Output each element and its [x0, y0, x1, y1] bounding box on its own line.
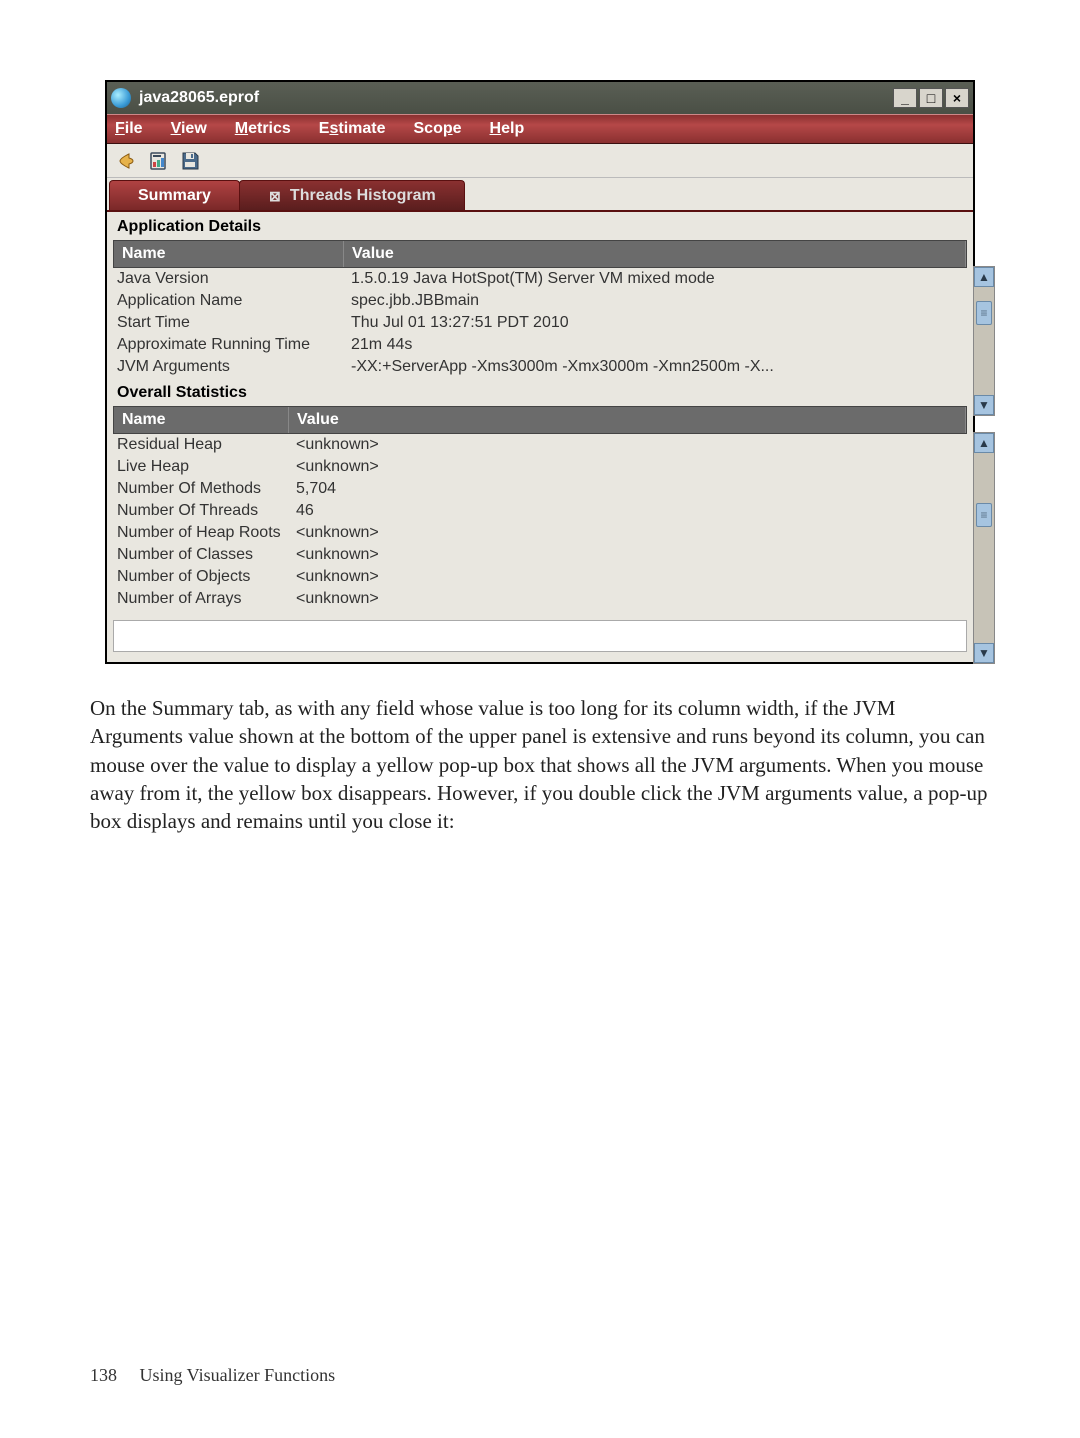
cell-name: Approximate Running Time — [113, 336, 343, 354]
stats-header: Name Value — [113, 406, 967, 434]
col-header-name: Name — [114, 407, 289, 433]
cell-value: <unknown> — [288, 590, 967, 608]
table-row[interactable]: Number of Heap Roots<unknown> — [113, 522, 967, 544]
table-row[interactable]: Approximate Running Time21m 44s — [113, 334, 967, 356]
table-row[interactable]: JVM Arguments-XX:+ServerApp -Xms3000m -X… — [113, 356, 967, 378]
cell-name: Number Of Methods — [113, 480, 288, 498]
table-row[interactable]: Number of Objects<unknown> — [113, 566, 967, 588]
menu-estimate[interactable]: Estimate — [319, 120, 386, 138]
application-details-panel: Name Value Java Version1.5.0.19 Java Hot… — [113, 240, 967, 378]
cell-value: <unknown> — [288, 458, 967, 476]
toolbar — [107, 144, 973, 178]
menu-metrics[interactable]: Metrics — [235, 120, 291, 138]
minimize-button[interactable]: _ — [893, 88, 917, 108]
stats-scrollbar[interactable]: ▲ ▼ — [973, 432, 995, 664]
cell-name: Application Name — [113, 292, 343, 310]
cell-name: Number of Objects — [113, 568, 288, 586]
application-details-table: Java Version1.5.0.19 Java HotSpot(TM) Se… — [113, 268, 967, 378]
page-footer: 138 Using Visualizer Functions — [90, 1365, 335, 1386]
page-number: 138 — [90, 1365, 117, 1385]
col-header-value: Value — [289, 407, 966, 433]
scroll-up-icon[interactable]: ▲ — [974, 267, 994, 287]
back-icon[interactable] — [113, 148, 139, 174]
table-row[interactable]: Live Heap<unknown> — [113, 456, 967, 478]
cell-name: Live Heap — [113, 458, 288, 476]
cell-name: Number of Heap Roots — [113, 524, 288, 542]
cell-name: Number Of Threads — [113, 502, 288, 520]
cell-value: Thu Jul 01 13:27:51 PDT 2010 — [343, 314, 967, 332]
scroll-down-icon[interactable]: ▼ — [974, 643, 994, 663]
section-title-overall-stats: Overall Statistics — [107, 378, 973, 406]
menu-file[interactable]: File — [115, 120, 143, 138]
scroll-track[interactable] — [974, 287, 994, 395]
report-icon[interactable] — [145, 148, 171, 174]
scroll-track[interactable] — [974, 453, 994, 643]
maximize-button[interactable]: □ — [919, 88, 943, 108]
table-row[interactable]: Start TimeThu Jul 01 13:27:51 PDT 2010 — [113, 312, 967, 334]
cell-name: Java Version — [113, 270, 343, 288]
cell-value: <unknown> — [288, 436, 967, 454]
table-row[interactable]: Residual Heap<unknown> — [113, 434, 967, 456]
cell-name: Residual Heap — [113, 436, 288, 454]
scroll-up-icon[interactable]: ▲ — [974, 433, 994, 453]
cell-value: 46 — [288, 502, 967, 520]
col-header-name: Name — [114, 241, 344, 267]
content-area: Application Details Name Value Java Vers… — [107, 210, 973, 662]
cell-value: spec.jbb.JBBmain — [343, 292, 967, 310]
tab-summary[interactable]: Summary — [109, 180, 240, 210]
table-row[interactable]: Number of Classes<unknown> — [113, 544, 967, 566]
body-paragraph: On the Summary tab, as with any field wh… — [90, 694, 990, 836]
menu-help[interactable]: Help — [490, 120, 525, 138]
table-row[interactable]: Application Namespec.jbb.JBBmain — [113, 290, 967, 312]
chapter-title: Using Visualizer Functions — [140, 1365, 336, 1385]
window-controls: _ □ × — [893, 88, 969, 108]
tab-summary-label: Summary — [138, 187, 211, 205]
cell-value: <unknown> — [288, 546, 967, 564]
status-strip — [113, 620, 967, 652]
scroll-down-icon[interactable]: ▼ — [974, 395, 994, 415]
close-button[interactable]: × — [945, 88, 969, 108]
tab-threads-label: Threads Histogram — [290, 187, 436, 205]
cell-name: Number of Classes — [113, 546, 288, 564]
cell-value: -XX:+ServerApp -Xms3000m -Xmx3000m -Xmn2… — [343, 358, 967, 376]
tab-close-icon[interactable]: ⊠ — [268, 189, 282, 203]
menu-view[interactable]: View — [171, 120, 207, 138]
tabbar: Summary ⊠ Threads Histogram — [107, 178, 973, 210]
app-details-header: Name Value — [113, 240, 967, 268]
app-details-scrollbar[interactable]: ▲ ▼ — [973, 266, 995, 416]
tab-threads-histogram[interactable]: ⊠ Threads Histogram — [239, 180, 465, 210]
cell-value: <unknown> — [288, 524, 967, 542]
table-row[interactable]: Java Version1.5.0.19 Java HotSpot(TM) Se… — [113, 268, 967, 290]
app-icon — [111, 88, 131, 108]
scroll-thumb[interactable] — [976, 301, 992, 325]
table-row[interactable]: Number Of Methods5,704 — [113, 478, 967, 500]
table-row[interactable]: Number of Arrays<unknown> — [113, 588, 967, 610]
col-header-value: Value — [344, 241, 966, 267]
cell-value: 1.5.0.19 Java HotSpot(TM) Server VM mixe… — [343, 270, 967, 288]
cell-name: Number of Arrays — [113, 590, 288, 608]
cell-name: Start Time — [113, 314, 343, 332]
menu-scope[interactable]: Scope — [414, 120, 462, 138]
overall-statistics-table: Residual Heap<unknown>Live Heap<unknown>… — [113, 434, 967, 610]
application-window: java28065.eprof _ □ × File View Metrics … — [105, 80, 975, 664]
cell-name: JVM Arguments — [113, 358, 343, 376]
window-title: java28065.eprof — [139, 89, 893, 107]
cell-value: 21m 44s — [343, 336, 967, 354]
section-title-app-details: Application Details — [107, 212, 973, 240]
table-row[interactable]: Number Of Threads46 — [113, 500, 967, 522]
scroll-thumb[interactable] — [976, 503, 992, 527]
menubar: File View Metrics Estimate Scope Help — [107, 114, 973, 144]
cell-value: <unknown> — [288, 568, 967, 586]
save-icon[interactable] — [177, 148, 203, 174]
cell-value: 5,704 — [288, 480, 967, 498]
overall-statistics-panel: Name Value Residual Heap<unknown>Live He… — [113, 406, 967, 610]
titlebar[interactable]: java28065.eprof _ □ × — [107, 82, 973, 114]
